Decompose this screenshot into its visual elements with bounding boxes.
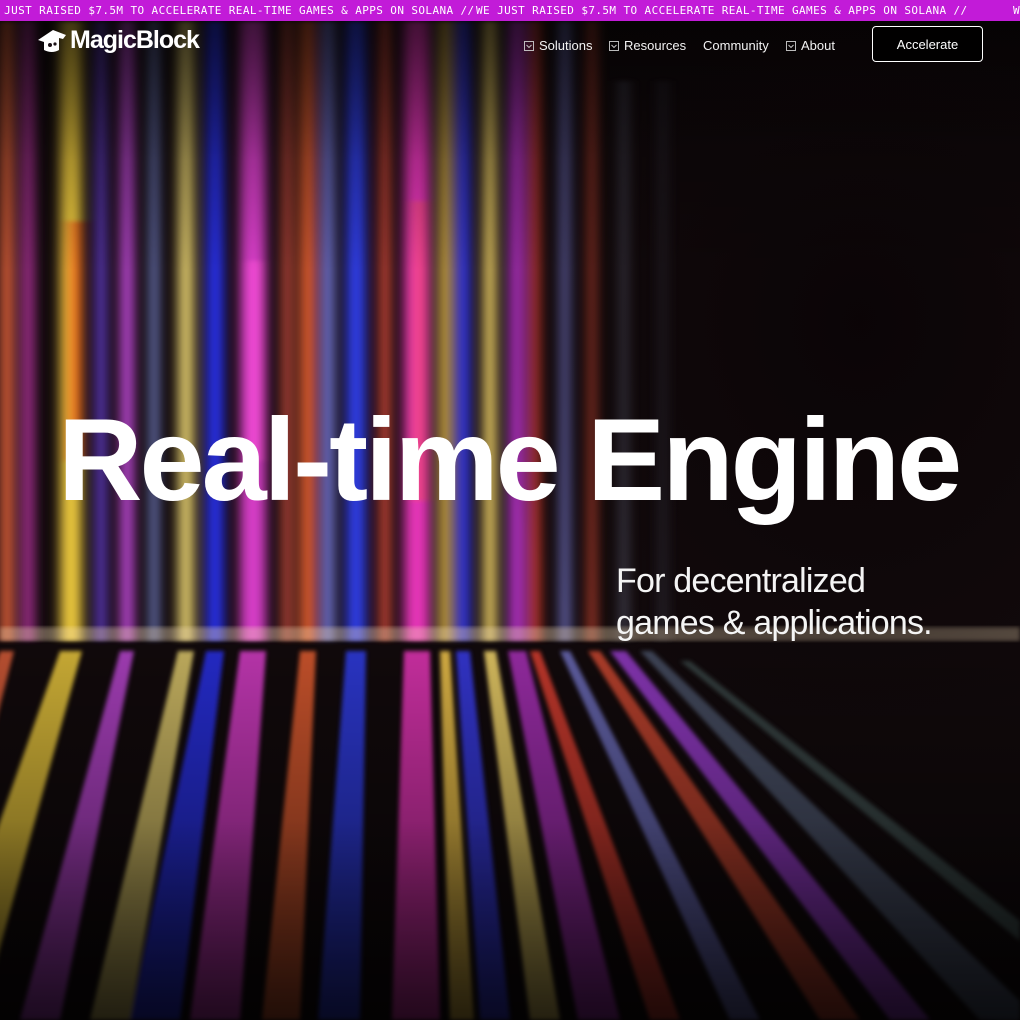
hero-subheadline-line-2: games & applications. <box>616 604 933 642</box>
nav-item-label: Community <box>703 38 769 53</box>
nav-item-label: Resources <box>624 38 687 53</box>
accelerate-button[interactable]: Accelerate <box>872 26 983 62</box>
nav-item-solutions[interactable]: Solutions <box>524 38 592 53</box>
nav-item-resources[interactable]: Resources <box>609 38 686 53</box>
nav-item-community[interactable]: Community <box>703 38 769 53</box>
chevron-down-box-icon <box>524 40 534 51</box>
top-navigation: MagicBlock Solutions Resources Community… <box>0 21 1020 69</box>
nav-item-label: Solutions <box>539 38 593 53</box>
brand-name: MagicBlock <box>70 26 200 54</box>
ticker-text-3: WE JUST RAISED $7.5M TO ACCELERATE REAL-… <box>1013 4 1020 17</box>
hero-subheadline: For decentralized games & applications. <box>616 560 976 644</box>
wizard-hat-icon <box>38 29 66 52</box>
hero-subheadline-line-1: For decentralized <box>616 562 866 600</box>
ticker-text-2: WE JUST RAISED $7.5M TO ACCELERATE REAL-… <box>476 4 968 17</box>
nav-item-about[interactable]: About <box>786 38 835 53</box>
hero-headline: Real-time Engine <box>58 394 962 525</box>
announcement-ticker[interactable]: WE JUST RAISED $7.5M TO ACCELERATE REAL-… <box>0 0 1020 21</box>
logo[interactable]: MagicBlock <box>36 26 200 55</box>
chevron-down-box-icon <box>786 40 796 51</box>
ticker-text-1: WE JUST RAISED $7.5M TO ACCELERATE REAL-… <box>0 4 475 17</box>
nav-item-label: About <box>801 38 835 53</box>
chevron-down-box-icon <box>609 40 619 51</box>
